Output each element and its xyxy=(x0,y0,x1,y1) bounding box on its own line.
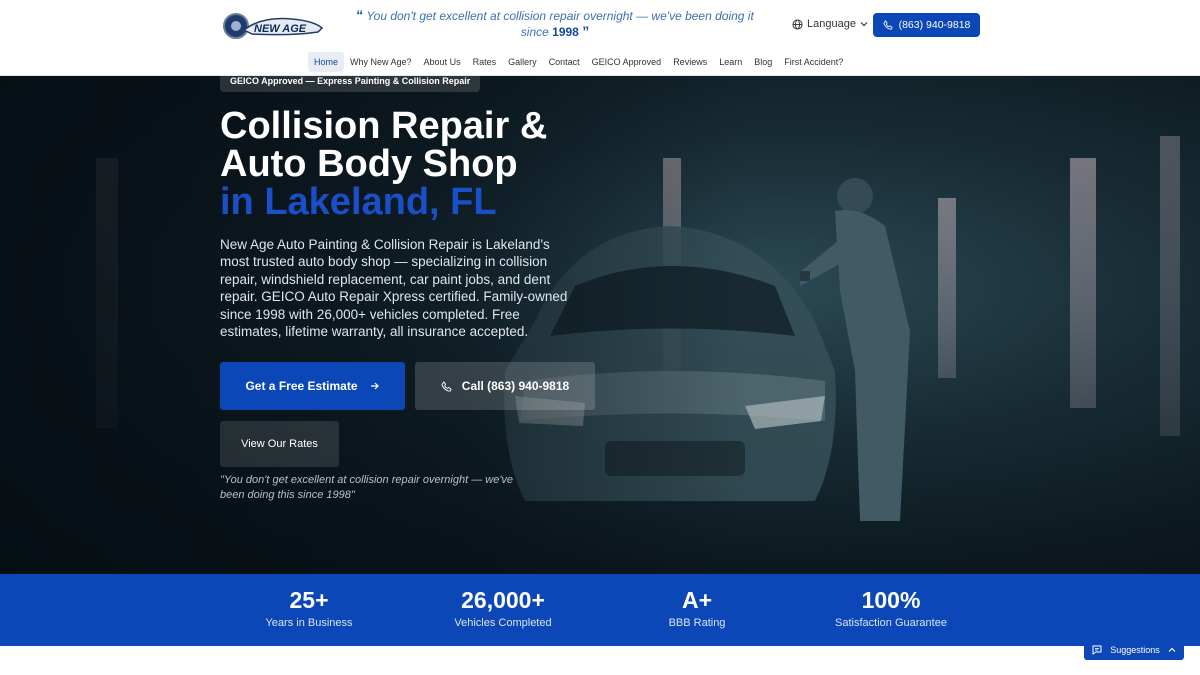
tagline-close-quote: ” xyxy=(582,23,590,39)
stat-satisfaction: 100% Satisfaction Guarantee xyxy=(796,586,986,632)
language-label: Language xyxy=(807,18,856,30)
nav-learn[interactable]: Learn xyxy=(713,52,748,72)
nav-about-us[interactable]: About Us xyxy=(418,52,467,72)
site-header: NEW AGE “ You don't get excellent at col… xyxy=(0,0,1200,76)
suggestions-widget[interactable]: Suggestions xyxy=(1084,640,1184,660)
suggestions-label: Suggestions xyxy=(1110,645,1160,655)
stat-label: Vehicles Completed xyxy=(454,617,552,629)
stat-years: 25+ Years in Business xyxy=(214,586,404,632)
phone-icon xyxy=(441,380,452,392)
free-estimate-label: Get a Free Estimate xyxy=(245,379,358,393)
view-rates-button[interactable]: View Our Rates xyxy=(220,421,339,467)
hero-title-location: in Lakeland, FL xyxy=(220,181,497,223)
stat-label: Years in Business xyxy=(265,617,353,629)
nav-contact[interactable]: Contact xyxy=(543,52,586,72)
stat-label: BBB Rating xyxy=(668,617,726,629)
hero-call-label: Call (863) 940-9818 xyxy=(461,379,570,393)
nav-blog[interactable]: Blog xyxy=(748,52,778,72)
chevron-down-icon xyxy=(860,22,868,27)
nav-gallery[interactable]: Gallery xyxy=(502,52,543,72)
hero-section: GEICO Approved — Express Painting & Coll… xyxy=(0,76,1200,574)
free-estimate-button[interactable]: Get a Free Estimate xyxy=(220,362,405,410)
stat-value: 26,000+ xyxy=(461,587,545,613)
hero-description: New Age Auto Painting & Collision Repair… xyxy=(220,237,568,340)
stat-value: A+ xyxy=(681,587,713,613)
header-phone-button[interactable]: (863) 940-9818 xyxy=(873,13,980,37)
phone-icon xyxy=(882,20,893,30)
tagline-year: 1998 xyxy=(552,25,579,39)
nav-geico-approved[interactable]: GEICO Approved xyxy=(586,52,668,72)
nav-home[interactable]: Home xyxy=(308,52,345,72)
arrow-right-icon xyxy=(370,382,379,390)
header-tagline: “ You don't get excellent at collision r… xyxy=(345,8,765,40)
tagline-open-quote: “ xyxy=(356,7,364,23)
language-selector[interactable]: Language xyxy=(792,18,868,30)
nav-rates[interactable]: Rates xyxy=(467,52,503,72)
hero-quote: "You don't get excellent at collision re… xyxy=(220,474,514,501)
hero-badge: GEICO Approved — Express Painting & Coll… xyxy=(220,76,481,92)
hero-title: Collision Repair & Auto Body Shop in Lak… xyxy=(220,107,547,221)
header-phone-label: (863) 940-9818 xyxy=(898,19,971,31)
stats-bar: 25+ Years in Business 26,000+ Vehicles C… xyxy=(0,574,1200,646)
hero-overlay xyxy=(0,76,1200,574)
main-nav: Home Why New Age? About Us Rates Gallery… xyxy=(308,52,849,72)
nav-first-accident[interactable]: First Accident? xyxy=(778,52,849,72)
stat-value: 25+ xyxy=(289,587,329,613)
logo-text: NEW AGE xyxy=(254,23,307,35)
chat-icon xyxy=(1092,645,1102,655)
nav-reviews[interactable]: Reviews xyxy=(667,52,713,72)
hero-title-line1: Collision Repair & xyxy=(220,105,548,147)
globe-icon xyxy=(792,18,803,30)
chevron-up-icon xyxy=(1168,647,1176,652)
site-logo[interactable]: NEW AGE xyxy=(222,10,326,42)
stat-bbb: A+ BBB Rating xyxy=(602,586,792,632)
hero-call-button[interactable]: Call (863) 940-9818 xyxy=(415,362,595,410)
hero-title-line2: Auto Body Shop xyxy=(220,143,518,185)
nav-why-new-age[interactable]: Why New Age? xyxy=(344,52,418,72)
stat-label: Satisfaction Guarantee xyxy=(835,617,947,629)
stat-vehicles: 26,000+ Vehicles Completed xyxy=(408,586,598,632)
stat-value: 100% xyxy=(861,587,921,613)
